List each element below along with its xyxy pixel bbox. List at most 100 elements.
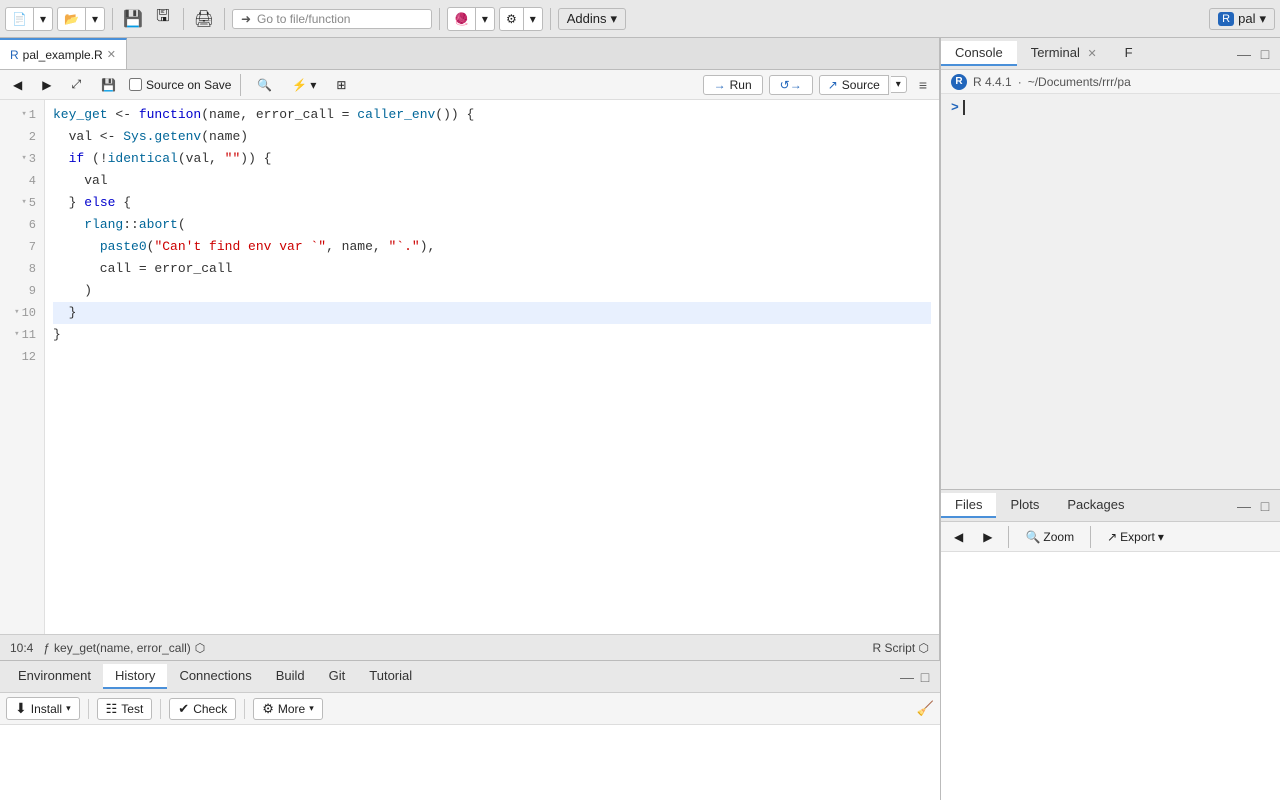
print-icon: 🖨 bbox=[194, 9, 214, 29]
pal-icon: R bbox=[1218, 12, 1234, 26]
ln-11: ▾11 bbox=[6, 324, 36, 346]
source-button[interactable]: ↗ Source bbox=[819, 75, 889, 95]
new-file-icon: 📄 bbox=[12, 12, 27, 26]
console-maximize-button[interactable]: □ bbox=[1256, 45, 1274, 63]
knit-button[interactable]: 🧶 bbox=[448, 10, 475, 28]
tab-history[interactable]: History bbox=[103, 664, 167, 689]
knit-dropdown[interactable]: ▾ bbox=[476, 10, 494, 28]
main-area: R pal_example.R ✕ ◀ ▶ ⤢ 💾 bbox=[0, 38, 1280, 800]
files-minimize-button[interactable]: — bbox=[1235, 497, 1253, 515]
format-icon: ⊞ bbox=[336, 78, 346, 92]
more-label: More bbox=[278, 702, 305, 716]
open-dropdown[interactable]: ▾ bbox=[86, 10, 104, 28]
forward-button[interactable]: ▶ bbox=[35, 75, 58, 95]
script-type-selector[interactable]: R Script ⬡ bbox=[872, 641, 929, 655]
tab-console[interactable]: Console bbox=[941, 41, 1017, 66]
code-line-3: if (!identical(val, "")) { bbox=[53, 148, 931, 170]
files-forward-button[interactable]: ▶ bbox=[976, 527, 999, 547]
zoom-icon: 🔍 bbox=[1025, 530, 1040, 544]
pal-button[interactable]: R pal ▾ bbox=[1209, 8, 1275, 30]
lint-dropdown-icon: ▾ bbox=[310, 78, 316, 92]
code-line-7: paste0("Can't find env var `", name, "`.… bbox=[53, 236, 931, 258]
tab-packages[interactable]: Packages bbox=[1053, 493, 1138, 518]
editor-menu-button[interactable]: ≡ bbox=[913, 75, 933, 95]
tab-files[interactable]: Files bbox=[941, 493, 996, 518]
bottom-maximize-button[interactable]: □ bbox=[916, 668, 934, 686]
code-area: ▾1 2 ▾3 4 ▾5 6 7 8 9 ▾10 ▾11 12 key_get … bbox=[0, 100, 939, 634]
tab-f[interactable]: F bbox=[1111, 41, 1147, 66]
lint-button[interactable]: ⚡ ▾ bbox=[285, 75, 323, 95]
tab-git[interactable]: Git bbox=[317, 664, 358, 689]
more-button[interactable]: ⚙ More ▾ bbox=[253, 698, 323, 720]
open-file-button[interactable]: 📂 bbox=[58, 10, 85, 28]
check-label: Check bbox=[193, 702, 227, 716]
tab-connections[interactable]: Connections bbox=[167, 664, 263, 689]
tab-close-button[interactable]: ✕ bbox=[107, 48, 116, 61]
test-button[interactable]: ☷ Test bbox=[97, 698, 153, 720]
addins-button[interactable]: Addins ▾ bbox=[558, 8, 626, 30]
chunk-dropdown[interactable]: ▾ bbox=[524, 10, 542, 28]
ln-8: 8 bbox=[6, 258, 36, 280]
export-button[interactable]: ↗ Export ▾ bbox=[1100, 527, 1171, 547]
format-button[interactable]: ⊞ bbox=[329, 75, 353, 95]
new-file-dropdown[interactable]: ▾ bbox=[34, 10, 52, 28]
rerun-icon: ↺→ bbox=[780, 78, 802, 92]
files-back-button[interactable]: ◀ bbox=[947, 527, 970, 547]
tab-plots[interactable]: Plots bbox=[996, 493, 1053, 518]
run-button[interactable]: → Run bbox=[703, 75, 763, 95]
print-button[interactable]: 🖨 bbox=[191, 6, 217, 32]
save-all-button[interactable]: 🖫 bbox=[150, 6, 176, 32]
chunk-button[interactable]: ⚙ bbox=[500, 10, 523, 28]
go-to-input[interactable]: ➜ Go to file/function bbox=[232, 9, 432, 29]
back-button[interactable]: ◀ bbox=[6, 75, 29, 95]
script-type-label: R Script bbox=[872, 641, 915, 655]
ln-5: ▾5 bbox=[6, 192, 36, 214]
more-dropdown-icon: ▾ bbox=[309, 703, 314, 714]
save-editor-button[interactable]: 💾 bbox=[94, 75, 123, 95]
open-file-group[interactable]: 📂 ▾ bbox=[57, 7, 105, 31]
source-dropdown-button[interactable]: ▾ bbox=[891, 76, 907, 93]
new-file-group[interactable]: 📄 ▾ bbox=[5, 7, 53, 31]
tab-pal-example[interactable]: R pal_example.R ✕ bbox=[0, 38, 127, 69]
sep4 bbox=[439, 8, 440, 30]
terminal-close-icon[interactable]: ✕ bbox=[1087, 48, 1096, 60]
export-icon: ↗ bbox=[1107, 530, 1117, 544]
console-body[interactable]: > bbox=[941, 94, 1280, 489]
zoom-button[interactable]: 🔍 Zoom bbox=[1018, 527, 1081, 547]
function-indicator[interactable]: ƒ key_get(name, error_call) ⬡ bbox=[43, 641, 205, 655]
source-on-save-checkbox[interactable] bbox=[129, 78, 142, 91]
editor-section: R pal_example.R ✕ ◀ ▶ ⤢ 💾 bbox=[0, 38, 940, 660]
save-button[interactable]: 💾 bbox=[120, 6, 146, 32]
line-numbers: ▾1 2 ▾3 4 ▾5 6 7 8 9 ▾10 ▾11 12 bbox=[0, 100, 45, 634]
ln-1: ▾1 bbox=[6, 104, 36, 126]
code-content[interactable]: key_get <- function(name, error_call = c… bbox=[45, 100, 939, 634]
ln-4: 4 bbox=[6, 170, 36, 192]
chunk-group[interactable]: ⚙ ▾ bbox=[499, 7, 543, 31]
tab-r-icon: R bbox=[10, 48, 19, 62]
code-line-10: } bbox=[53, 302, 931, 324]
ln-7: 7 bbox=[6, 236, 36, 258]
files-win-btns: — □ bbox=[1235, 497, 1280, 515]
console-path-bar: R R 4.4.1 · ~/Documents/rrr/pa bbox=[941, 70, 1280, 94]
check-button[interactable]: ✔ Check bbox=[169, 698, 236, 720]
tab-build[interactable]: Build bbox=[264, 664, 317, 689]
search-button[interactable]: 🔍 bbox=[250, 75, 279, 95]
rerun-button[interactable]: ↺→ bbox=[769, 75, 813, 95]
sep2 bbox=[183, 8, 184, 30]
left-panel: R pal_example.R ✕ ◀ ▶ ⤢ 💾 bbox=[0, 38, 940, 800]
bottom-minimize-button[interactable]: — bbox=[898, 668, 916, 686]
files-maximize-button[interactable]: □ bbox=[1256, 497, 1274, 515]
broom-button[interactable]: 🧹 bbox=[917, 700, 934, 717]
files-sep bbox=[1008, 526, 1009, 548]
new-file-button[interactable]: 📄 bbox=[6, 10, 33, 28]
show-in-window-button[interactable]: ⤢ bbox=[64, 74, 88, 95]
install-button[interactable]: ⬇ Install ▾ bbox=[6, 697, 80, 720]
knit-group[interactable]: 🧶 ▾ bbox=[447, 7, 495, 31]
open-icon: 📂 bbox=[64, 12, 79, 26]
tab-tutorial[interactable]: Tutorial bbox=[357, 664, 424, 689]
console-minimize-button[interactable]: — bbox=[1235, 45, 1253, 63]
tab-environment[interactable]: Environment bbox=[6, 664, 103, 689]
files-back-icon: ◀ bbox=[954, 530, 963, 544]
tab-terminal[interactable]: Terminal ✕ bbox=[1017, 41, 1111, 66]
source-on-save-label[interactable]: Source on Save bbox=[129, 78, 231, 92]
